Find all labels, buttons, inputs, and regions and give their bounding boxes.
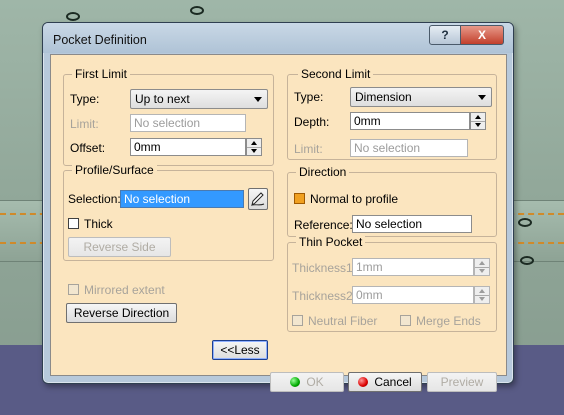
offset-field[interactable]: 0mm xyxy=(130,138,246,156)
second-limit-group: Second Limit Type: Dimension Depth: 0mm … xyxy=(287,67,497,160)
close-icon: X xyxy=(477,28,486,42)
thickness1-label: Thickness1 xyxy=(292,261,353,275)
thickness2-spinner[interactable] xyxy=(474,286,490,304)
first-type-select[interactable]: Up to next xyxy=(130,89,268,109)
first-type-value: Up to next xyxy=(135,92,190,106)
second-type-value: Dimension xyxy=(355,90,412,104)
background-marker xyxy=(66,12,80,21)
thickness1-field[interactable]: 1mm xyxy=(352,258,474,276)
profile-surface-title: Profile/Surface xyxy=(72,163,157,177)
edit-sketch-icon xyxy=(251,192,265,207)
background-marker xyxy=(520,256,534,265)
thin-pocket-group: Thin Pocket Thickness1 1mm Thickness2: 0… xyxy=(287,235,497,332)
sketch-button[interactable] xyxy=(248,188,268,210)
normal-to-profile-checkbox[interactable] xyxy=(294,193,305,204)
selection-label: Selection: xyxy=(68,192,121,206)
second-limit-field[interactable]: No selection xyxy=(350,139,468,157)
profile-surface-group: Profile/Surface Selection: No selection … xyxy=(63,163,274,261)
thickness2-label: Thickness2: xyxy=(292,289,357,303)
neutral-fiber-label: Neutral Fiber xyxy=(308,314,378,328)
second-type-label: Type: xyxy=(294,90,324,104)
help-icon: ? xyxy=(441,28,449,42)
first-limit-field[interactable]: No selection xyxy=(130,114,246,132)
dialog-title: Pocket Definition xyxy=(53,33,147,47)
ok-label: OK xyxy=(306,375,324,389)
first-limit-title: First Limit xyxy=(72,67,130,81)
pocket-definition-dialog: Pocket Definition ? X First Limit Type: … xyxy=(42,22,514,392)
depth-field[interactable]: 0mm xyxy=(350,112,470,130)
preview-button[interactable]: Preview xyxy=(427,372,497,392)
spinner-down-icon[interactable] xyxy=(247,147,261,155)
depth-spinner[interactable] xyxy=(470,112,486,130)
dropdown-arrow-icon xyxy=(478,95,486,100)
offset-label: Offset: xyxy=(70,141,106,155)
spinner-down-icon[interactable] xyxy=(475,267,489,275)
thickness2-field[interactable]: 0mm xyxy=(352,286,474,304)
background-marker xyxy=(518,218,532,227)
reverse-direction-button[interactable]: Reverse Direction xyxy=(66,303,177,323)
cancel-label: Cancel xyxy=(374,375,412,389)
second-limit-label: Limit: xyxy=(294,142,323,156)
thick-checkbox[interactable] xyxy=(68,218,79,229)
offset-spinner[interactable] xyxy=(246,138,262,156)
background-marker xyxy=(190,6,204,15)
reference-field[interactable]: No selection xyxy=(352,215,472,233)
ok-icon xyxy=(290,377,301,387)
dropdown-arrow-icon xyxy=(254,97,262,102)
mirrored-extent-checkbox[interactable] xyxy=(68,284,79,295)
merge-ends-label: Merge Ends xyxy=(416,314,481,328)
first-limit-group: First Limit Type: Up to next Limit: No s… xyxy=(63,67,274,166)
direction-group: Direction Normal to profile Reference: N… xyxy=(287,165,497,237)
second-limit-title: Second Limit xyxy=(298,67,374,81)
spinner-down-icon[interactable] xyxy=(471,121,485,129)
cancel-button[interactable]: Cancel xyxy=(348,372,422,392)
spinner-down-icon[interactable] xyxy=(475,295,489,303)
first-type-label: Type: xyxy=(70,92,100,106)
reverse-side-button[interactable]: Reverse Side xyxy=(68,237,171,257)
reference-label: Reference: xyxy=(294,218,353,232)
ok-button[interactable]: OK xyxy=(270,372,344,392)
thin-pocket-title: Thin Pocket xyxy=(296,235,366,249)
less-button[interactable]: <<Less xyxy=(212,340,268,360)
thickness1-spinner[interactable] xyxy=(474,258,490,276)
direction-title: Direction xyxy=(296,165,350,179)
neutral-fiber-checkbox[interactable] xyxy=(292,315,303,326)
merge-ends-checkbox[interactable] xyxy=(400,315,411,326)
title-bar[interactable]: Pocket Definition ? X xyxy=(43,23,513,53)
help-button[interactable]: ? xyxy=(429,25,461,45)
dialog-body: First Limit Type: Up to next Limit: No s… xyxy=(50,54,507,392)
cancel-icon xyxy=(358,377,369,387)
depth-label: Depth: xyxy=(294,115,330,129)
normal-to-profile-label: Normal to profile xyxy=(310,192,399,206)
profile-selection-field[interactable]: No selection xyxy=(120,190,244,208)
thick-label: Thick xyxy=(84,217,113,231)
mirrored-extent-label: Mirrored extent xyxy=(84,283,165,297)
first-limit-label: Limit: xyxy=(70,117,99,131)
second-type-select[interactable]: Dimension xyxy=(350,87,492,107)
close-button[interactable]: X xyxy=(460,25,504,45)
